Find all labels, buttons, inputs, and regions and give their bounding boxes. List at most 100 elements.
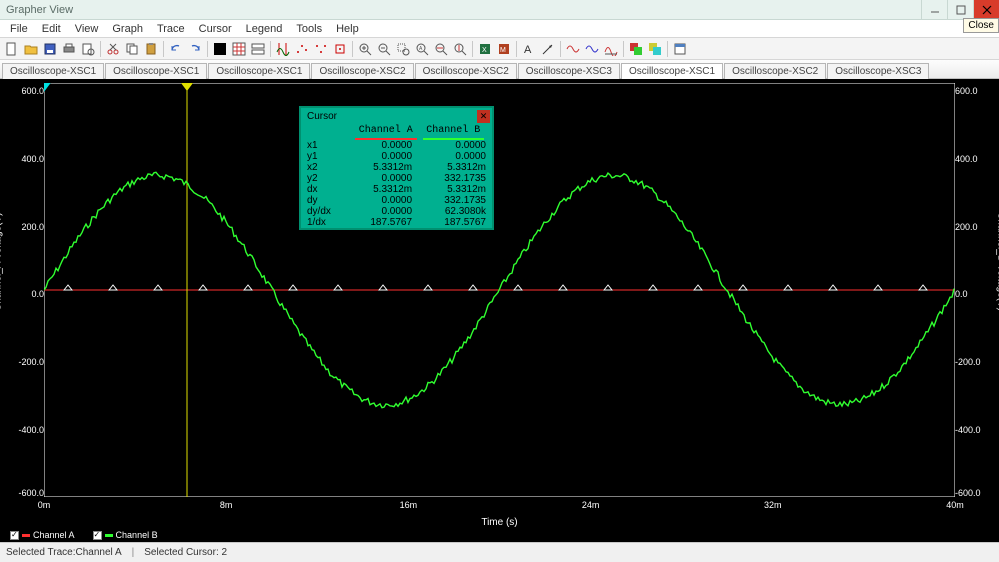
cursor-row-a: 0.0000 <box>344 173 418 184</box>
tab-8[interactable]: Oscilloscope-XSC3 <box>827 63 929 79</box>
close-button[interactable]: Close <box>973 0 999 20</box>
cursor-row-k: x2 <box>301 162 344 173</box>
cursor-row-a: 0.0000 <box>344 206 418 217</box>
text-icon[interactable]: A <box>520 40 538 58</box>
cursor-panel-close-icon[interactable]: ✕ <box>477 110 490 123</box>
ytick: -200.0 <box>955 357 995 367</box>
print-icon[interactable] <box>60 40 78 58</box>
cursor-row-a: 187.5767 <box>344 217 418 228</box>
cursor-row-k: y1 <box>301 151 344 162</box>
swatch-a <box>22 534 30 537</box>
x-axis-label: Time (s) <box>0 517 999 528</box>
properties-icon[interactable] <box>671 40 689 58</box>
cursor-row-a: 0.0000 <box>344 140 418 151</box>
print-preview-icon[interactable] <box>79 40 97 58</box>
tab-6[interactable]: Oscilloscope-XSC1 <box>621 63 723 79</box>
toolbar-separator <box>100 41 101 57</box>
status-cursor: Selected Cursor: 2 <box>144 547 237 558</box>
toolbar-separator <box>667 41 668 57</box>
zoom-area-icon[interactable] <box>394 40 412 58</box>
menu-graph[interactable]: Graph <box>106 22 149 36</box>
tab-5[interactable]: Oscilloscope-XSC3 <box>518 63 620 79</box>
cursor-col-b: Channel B <box>423 125 485 140</box>
cursor-row-b: 187.5767 <box>418 217 492 228</box>
cursor-row-a: 5.3312m <box>344 184 418 195</box>
legend-toggle-icon[interactable] <box>249 40 267 58</box>
toolbar-separator <box>560 41 561 57</box>
export-excel-icon[interactable]: X <box>476 40 494 58</box>
ytick: 400.0 <box>955 154 995 164</box>
tab-0[interactable]: Oscilloscope-XSC1 <box>2 63 104 79</box>
minimize-button[interactable] <box>921 0 947 20</box>
menu-cursor[interactable]: Cursor <box>193 22 238 36</box>
cursor-row-k: dx <box>301 184 344 195</box>
zoom-out-icon[interactable] <box>375 40 393 58</box>
svg-text:A: A <box>524 44 532 56</box>
data-points2-icon[interactable] <box>312 40 330 58</box>
wave2-icon[interactable] <box>583 40 601 58</box>
ytick: 600.0 <box>955 86 995 96</box>
paste-icon[interactable] <box>142 40 160 58</box>
menu-edit[interactable]: Edit <box>36 22 67 36</box>
checkbox-icon[interactable] <box>10 531 19 540</box>
toolbar-separator <box>472 41 473 57</box>
legend-channel-a[interactable]: Channel A <box>10 530 75 540</box>
wave1-icon[interactable] <box>564 40 582 58</box>
menu-file[interactable]: File <box>4 22 34 36</box>
new-icon[interactable] <box>3 40 21 58</box>
zoom-y-icon[interactable] <box>451 40 469 58</box>
plot-canvas[interactable] <box>44 83 955 497</box>
cursor-row-b: 332.1735 <box>418 195 492 206</box>
cursor-panel-title: Cursor <box>303 111 477 122</box>
ytick: -400.0 <box>4 425 44 435</box>
menu-tools[interactable]: Tools <box>290 22 328 36</box>
cursor-data-panel[interactable]: Cursor ✕ Channel A Channel B x10.00000.0… <box>299 106 494 230</box>
zoom-in-icon[interactable] <box>356 40 374 58</box>
overlay-icon[interactable] <box>627 40 645 58</box>
export-math-icon[interactable]: M <box>495 40 513 58</box>
data-points-icon[interactable] <box>293 40 311 58</box>
black-bg-icon[interactable] <box>211 40 229 58</box>
ytick: 200.0 <box>955 222 995 232</box>
svg-text:X: X <box>482 47 487 54</box>
tab-4[interactable]: Oscilloscope-XSC2 <box>415 63 517 79</box>
copy-icon[interactable] <box>123 40 141 58</box>
open-icon[interactable] <box>22 40 40 58</box>
data-points3-icon[interactable] <box>331 40 349 58</box>
svg-text:A: A <box>419 46 423 52</box>
ytick: -200.0 <box>4 357 44 367</box>
legend-b-label: Channel B <box>116 530 158 540</box>
ytick: 0.0 <box>955 289 995 299</box>
menu-view[interactable]: View <box>69 22 105 36</box>
zoom-x-icon[interactable] <box>432 40 450 58</box>
cut-icon[interactable] <box>104 40 122 58</box>
xtick: 16m <box>400 500 418 510</box>
legend-channel-b[interactable]: Channel B <box>93 530 158 540</box>
toolbar-separator <box>516 41 517 57</box>
checkbox-icon[interactable] <box>93 531 102 540</box>
cursor-row-a: 0.0000 <box>344 195 418 206</box>
menu-legend[interactable]: Legend <box>240 22 289 36</box>
save-icon[interactable] <box>41 40 59 58</box>
tab-3[interactable]: Oscilloscope-XSC2 <box>311 63 413 79</box>
cursor-toggle-icon[interactable] <box>274 40 292 58</box>
tab-1[interactable]: Oscilloscope-XSC1 <box>105 63 207 79</box>
tab-2[interactable]: Oscilloscope-XSC1 <box>208 63 310 79</box>
grid-toggle-icon[interactable] <box>230 40 248 58</box>
tab-7[interactable]: Oscilloscope-XSC2 <box>724 63 826 79</box>
legend-a-label: Channel A <box>33 530 75 540</box>
overlay2-icon[interactable] <box>646 40 664 58</box>
toolbar-separator <box>270 41 271 57</box>
xtick: 32m <box>764 500 782 510</box>
menu-trace[interactable]: Trace <box>151 22 191 36</box>
ytick: -400.0 <box>955 425 995 435</box>
menu-help[interactable]: Help <box>330 22 365 36</box>
zoom-fit-icon[interactable]: A <box>413 40 431 58</box>
ytick: 400.0 <box>4 154 44 164</box>
arrow-icon[interactable] <box>539 40 557 58</box>
redo-icon[interactable] <box>186 40 204 58</box>
close-tooltip: Close <box>963 18 999 33</box>
undo-icon[interactable] <box>167 40 185 58</box>
wave3-icon[interactable] <box>602 40 620 58</box>
y-axis-right-label: Channel_B Voltage(V) <box>996 212 999 311</box>
